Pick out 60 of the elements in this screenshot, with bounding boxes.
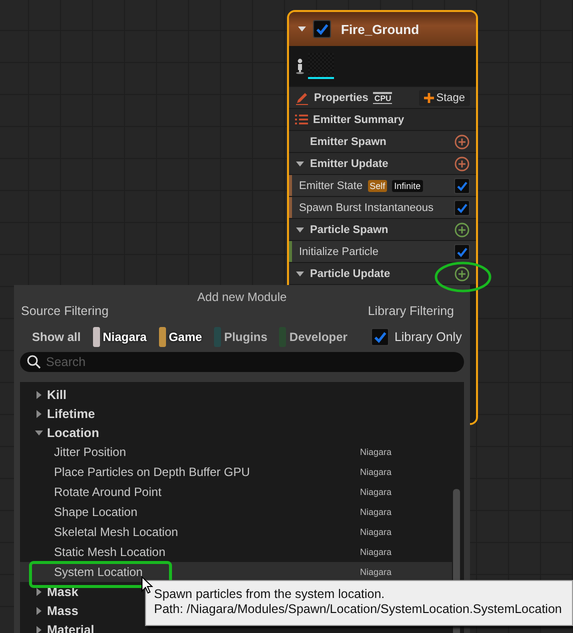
properties-label: Properties bbox=[314, 92, 368, 104]
source-label: Niagara bbox=[360, 527, 393, 537]
collapse-arrow-icon bbox=[297, 24, 307, 34]
category-row[interactable]: Lifetime bbox=[47, 406, 95, 420]
source-label: Niagara bbox=[360, 447, 393, 457]
source-label: Niagara bbox=[360, 507, 393, 517]
module-name: Skeletal Mesh Location bbox=[54, 525, 180, 539]
category-row[interactable]: Mass bbox=[47, 604, 78, 618]
checkbox-label[interactable]: Library Only bbox=[394, 330, 462, 344]
search-field[interactable]: Search bbox=[20, 352, 464, 372]
checkbox[interactable] bbox=[454, 200, 470, 216]
category-row[interactable]: Kill bbox=[47, 388, 66, 402]
search-icon bbox=[27, 355, 41, 369]
module-name: Shape Location bbox=[54, 505, 138, 519]
popup-title: Add new Module bbox=[196, 290, 288, 304]
module-name: Place Particles on Depth Buffer GPU bbox=[54, 465, 251, 479]
filter-toggle[interactable]: Niagara bbox=[92, 327, 147, 347]
tag: Self bbox=[368, 180, 388, 192]
filter-toggle[interactable]: Show all bbox=[32, 330, 81, 344]
section-label: Library Filtering bbox=[368, 304, 454, 318]
module-row[interactable]: Static Mesh Location Niagara bbox=[20, 542, 452, 562]
tag: Infinite bbox=[392, 180, 423, 192]
source-label: Niagara bbox=[360, 467, 393, 477]
checkbox[interactable] bbox=[371, 328, 390, 346]
module-name: Jitter Position bbox=[54, 445, 128, 459]
checkbox[interactable] bbox=[454, 178, 470, 194]
add-module-icon[interactable] bbox=[454, 156, 470, 172]
category-row[interactable]: Mask bbox=[47, 584, 78, 598]
filter-toggle[interactable]: Game bbox=[158, 327, 202, 347]
tooltip-path: Path: /Niagara/Modules/Spawn/Location/SystemLocation.SystemLocation bbox=[154, 602, 563, 617]
plus-icon bbox=[424, 92, 434, 102]
section-label: Source Filtering bbox=[21, 304, 109, 318]
tooltip-description: Spawn particles from the system location. bbox=[154, 587, 386, 602]
person-icon bbox=[295, 58, 305, 74]
emitter-title: Fire_Ground bbox=[341, 22, 420, 36]
add-module-icon[interactable] bbox=[454, 266, 470, 282]
module-name: Rotate Around Point bbox=[54, 485, 162, 499]
module-row[interactable]: Shape Location Niagara bbox=[20, 502, 452, 522]
source-label: Niagara bbox=[360, 547, 393, 557]
checkbox[interactable] bbox=[313, 20, 331, 38]
source-label: Niagara bbox=[360, 487, 393, 497]
highlight-ellipse bbox=[434, 261, 492, 293]
add-module-icon[interactable] bbox=[454, 222, 470, 238]
checkbox[interactable] bbox=[454, 244, 470, 260]
cursor-icon bbox=[141, 576, 153, 594]
module-row[interactable]: Rotate Around Point Niagara bbox=[20, 482, 452, 502]
category-row[interactable]: Location bbox=[47, 426, 100, 440]
add-module-icon[interactable] bbox=[454, 134, 470, 150]
add-stage-button[interactable]: Stage bbox=[419, 90, 470, 106]
module-name: System Location bbox=[54, 565, 144, 579]
module-row[interactable]: Place Particles on Depth Buffer GPU Niagara bbox=[20, 462, 452, 482]
module-row[interactable]: Skeletal Mesh Location Niagara bbox=[20, 522, 452, 542]
filter-toggle[interactable]: Plugins bbox=[214, 327, 268, 347]
module-row[interactable]: Jitter Position Niagara bbox=[20, 442, 452, 462]
pencil-icon bbox=[295, 90, 309, 104]
module-name[interactable]: Emitter State bbox=[299, 180, 363, 192]
module-name: Static Mesh Location bbox=[54, 545, 166, 559]
preview-thumbnail bbox=[308, 53, 334, 79]
list-icon bbox=[295, 114, 308, 125]
source-label: Niagara bbox=[360, 567, 393, 577]
